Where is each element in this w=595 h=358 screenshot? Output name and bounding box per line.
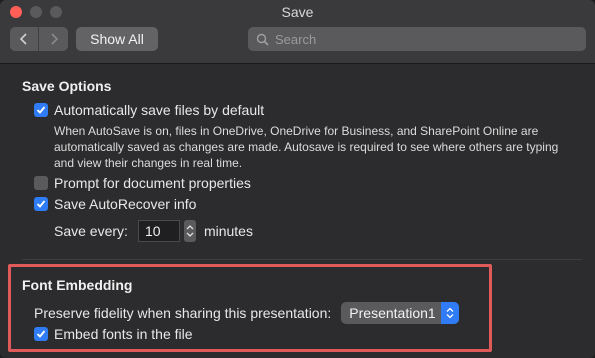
- window-title: Save: [281, 4, 314, 20]
- embed-fonts-checkbox[interactable]: [34, 327, 48, 341]
- search-field[interactable]: [248, 27, 586, 51]
- title-bar: Save Show All: [0, 0, 595, 64]
- save-every-row: Save every: 10 minutes: [54, 220, 253, 242]
- checkmark-icon: [36, 200, 46, 208]
- chevron-right-icon: [50, 33, 58, 45]
- popup-arrows-icon: [441, 302, 460, 324]
- search-icon: [256, 33, 269, 46]
- preserve-fidelity-label: Preserve fidelity when sharing this pres…: [34, 305, 332, 321]
- save-preferences-pane: Save Options Automatically save files by…: [0, 64, 595, 358]
- prompt-properties-label: Prompt for document properties: [54, 175, 251, 191]
- chevron-left-icon: [19, 33, 27, 45]
- autorecover-checkbox-row[interactable]: Save AutoRecover info: [34, 196, 196, 212]
- back-button[interactable]: [10, 27, 39, 51]
- save-every-label: Save every:: [54, 223, 128, 239]
- search-input[interactable]: [275, 31, 575, 47]
- autorecover-checkbox[interactable]: [34, 197, 48, 211]
- section-divider: [22, 259, 582, 260]
- forward-button[interactable]: [39, 27, 68, 51]
- autosave-description: When AutoSave is on, files in OneDrive, …: [54, 124, 559, 170]
- prompt-properties-checkbox-row[interactable]: Prompt for document properties: [34, 175, 251, 191]
- prompt-properties-checkbox[interactable]: [34, 176, 48, 190]
- preserve-fidelity-row: Preserve fidelity when sharing this pres…: [34, 302, 460, 324]
- preferences-window: Save Show All Save Options Automatically…: [0, 0, 595, 358]
- stepper-icon: [186, 225, 194, 237]
- embed-fonts-checkbox-row[interactable]: Embed fonts in the file: [34, 326, 193, 342]
- save-every-stepper[interactable]: [183, 220, 196, 242]
- checkmark-icon: [36, 330, 46, 338]
- embed-fonts-label: Embed fonts in the file: [54, 326, 193, 342]
- save-every-minutes-field[interactable]: 10: [137, 220, 180, 242]
- presentation-popup[interactable]: Presentation1: [341, 302, 460, 324]
- save-every-unit: minutes: [203, 223, 253, 239]
- save-options-heading: Save Options: [22, 78, 112, 94]
- autosave-checkbox-row[interactable]: Automatically save files by default: [34, 102, 264, 118]
- navigation-segment: [10, 27, 68, 51]
- autorecover-label: Save AutoRecover info: [54, 196, 197, 212]
- show-all-button[interactable]: Show All: [76, 27, 158, 51]
- presentation-popup-value: Presentation1: [349, 305, 436, 321]
- checkmark-icon: [36, 106, 46, 114]
- autosave-checkbox[interactable]: [34, 103, 48, 117]
- font-embedding-heading: Font Embedding: [22, 277, 133, 293]
- autosave-label: Automatically save files by default: [54, 102, 265, 118]
